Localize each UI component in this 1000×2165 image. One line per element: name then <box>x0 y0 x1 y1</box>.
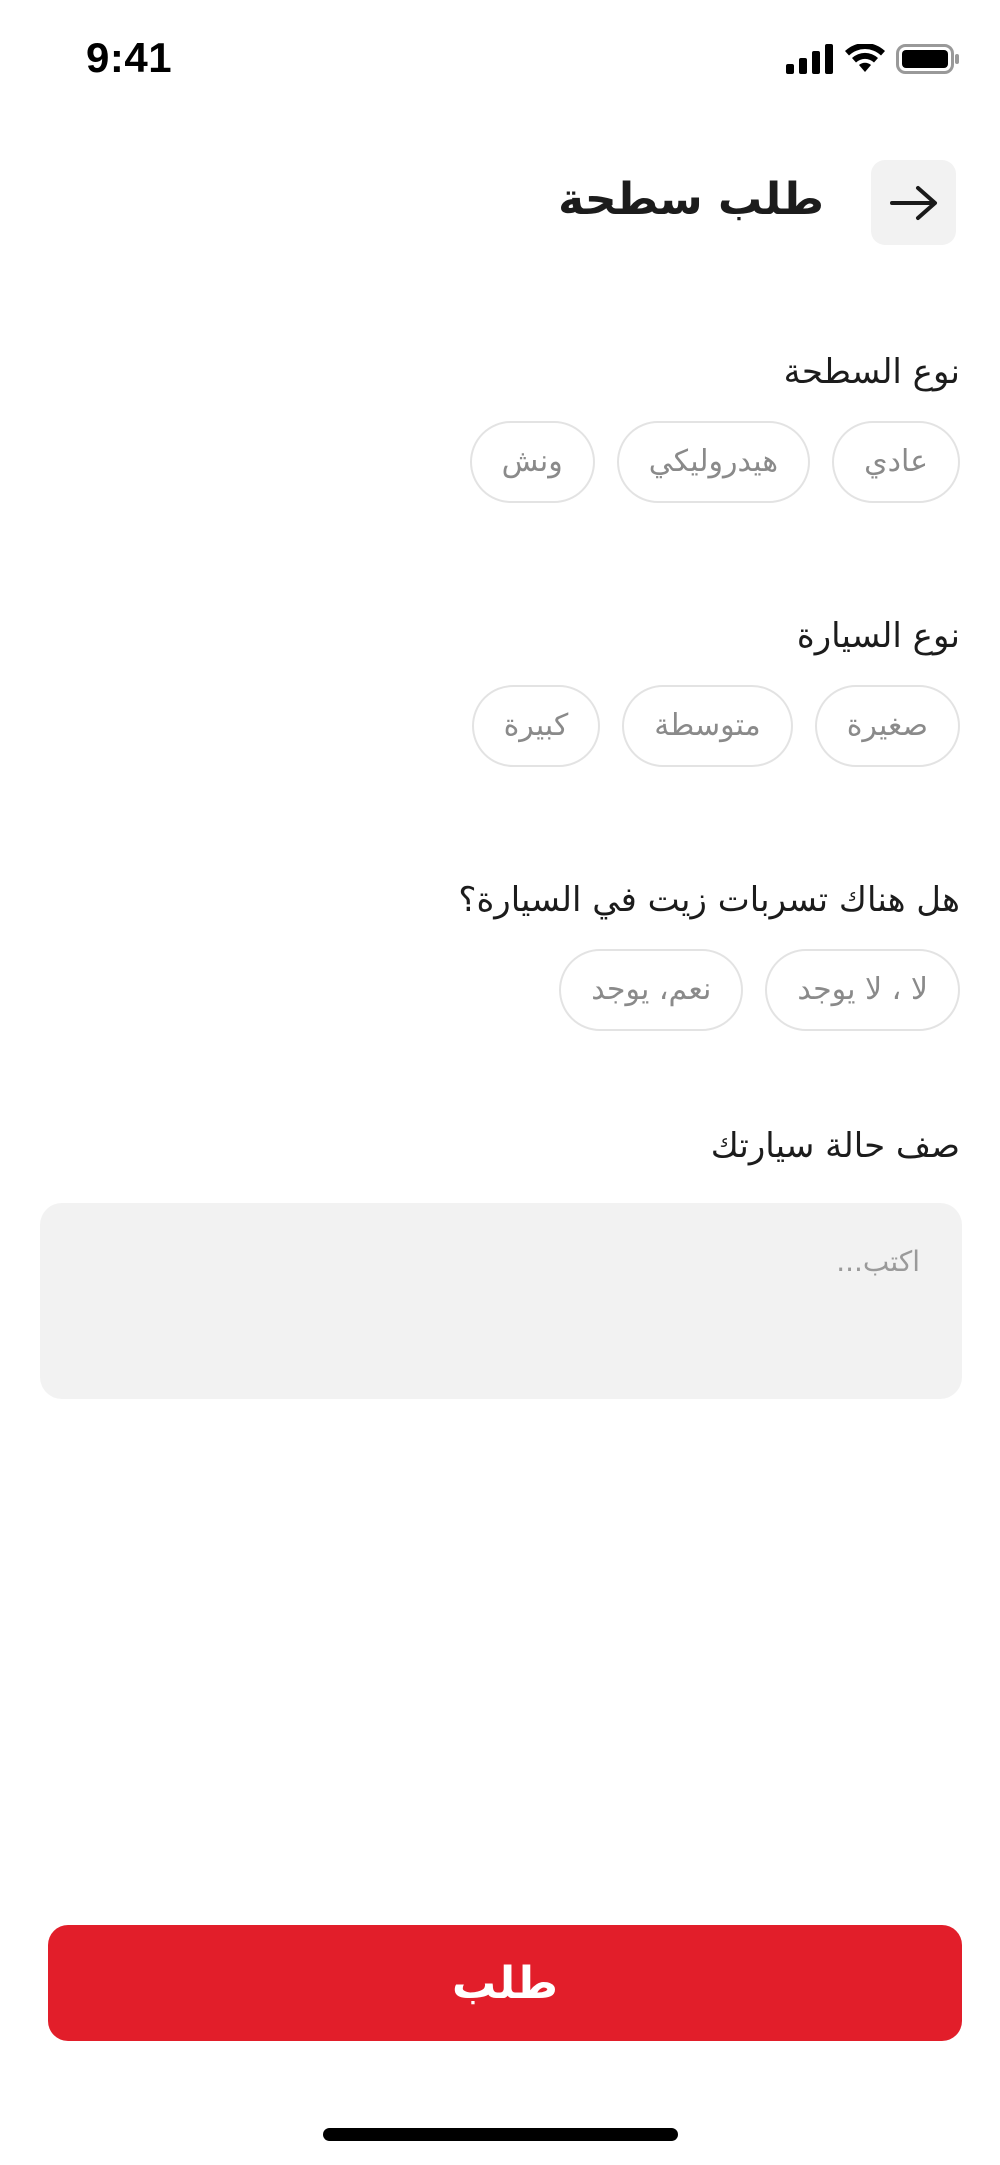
description-section: صف حالة سيارتك <box>40 1126 960 1167</box>
oil-leak-section: هل هناك تسربات زيت في السيارة؟ لا ، لا ي… <box>40 880 960 1031</box>
cellular-signal-icon <box>786 44 833 74</box>
status-bar: 9:41 <box>0 0 1000 120</box>
header: طلب سطحة <box>0 160 1000 246</box>
tow-type-option-winch[interactable]: ونش <box>469 420 595 503</box>
car-type-option-large[interactable]: كبيرة <box>471 684 601 767</box>
tow-type-option-normal[interactable]: عادي <box>832 420 960 503</box>
description-input[interactable] <box>40 1203 962 1399</box>
car-type-option-medium[interactable]: متوسطة <box>622 684 793 767</box>
oil-leak-options: لا ، لا يوجد نعم، يوجد <box>40 948 960 1031</box>
arrow-right-icon <box>889 185 937 220</box>
tow-type-option-hydraulic[interactable]: هيدروليكي <box>616 420 811 503</box>
car-type-option-small[interactable]: صغيرة <box>814 684 960 767</box>
status-time: 9:41 <box>86 34 173 81</box>
oil-leak-option-yes[interactable]: نعم، يوجد <box>559 948 744 1031</box>
status-icons <box>786 44 960 74</box>
oil-leak-label: هل هناك تسربات زيت في السيارة؟ <box>458 880 960 920</box>
back-button[interactable] <box>871 160 956 245</box>
oil-leak-option-no[interactable]: لا ، لا يوجد <box>765 948 960 1031</box>
car-type-options: صغيرة متوسطة كبيرة <box>40 684 960 767</box>
submit-button[interactable]: طلب <box>48 1925 962 2041</box>
description-label: صف حالة سيارتك <box>710 1126 960 1166</box>
car-type-label: نوع السيارة <box>796 616 960 656</box>
tow-type-section: نوع السطحة عادي هيدروليكي ونش <box>40 352 960 503</box>
wifi-icon <box>845 44 885 72</box>
home-indicator <box>323 2128 678 2141</box>
tow-type-label: نوع السطحة <box>783 352 960 392</box>
page-title: طلب سطحة <box>558 174 824 225</box>
battery-icon <box>896 44 959 74</box>
car-type-section: نوع السيارة صغيرة متوسطة كبيرة <box>40 616 960 767</box>
tow-type-options: عادي هيدروليكي ونش <box>40 420 960 503</box>
